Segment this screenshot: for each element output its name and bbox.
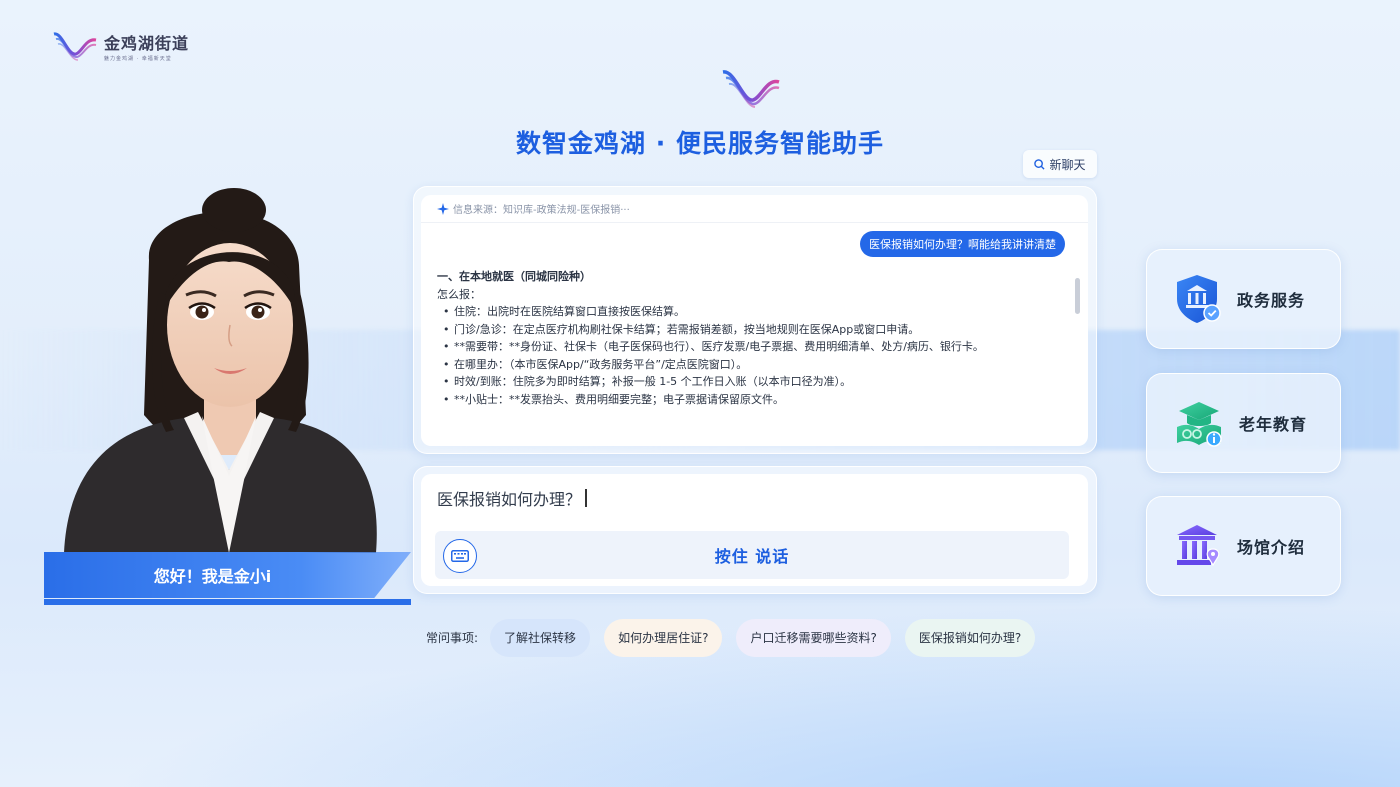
greeting-underline xyxy=(44,599,411,605)
sparkle-icon xyxy=(437,202,449,215)
wave-logo-icon xyxy=(722,70,780,108)
wave-logo-icon xyxy=(53,32,97,61)
menu-card-label: 政务服务 xyxy=(1237,291,1306,310)
menu-card-label: 老年教育 xyxy=(1239,415,1308,434)
voice-input-bar: 按住 说话 xyxy=(435,531,1069,579)
brand-slogan: 魅力金鸡湖 · 幸福新天堂 xyxy=(104,56,172,62)
new-chat-label: 新聊天 xyxy=(1049,157,1086,172)
hold-to-talk-label: 按住 说话 xyxy=(714,547,790,566)
answer-item: 在哪里办：（本市医保App/“政务服务平台”/定点医院窗口）。 xyxy=(437,356,1057,374)
user-message-text: 医保报销如何办理？啊能给我讲讲清楚 xyxy=(869,238,1056,251)
message-input[interactable]: 医保报销如何办理？ xyxy=(437,486,587,510)
page-title: 数智金鸡湖 · 便民服务智能助手 xyxy=(516,129,884,158)
source-line: 信息来源：知识库-政策法规-医保报销··· xyxy=(421,195,1088,223)
answer-item: **小贴士：**发票抬头、费用明细要完整；电子票据请保留原文件。 xyxy=(437,391,1057,409)
graduation-book-icon xyxy=(1177,402,1222,447)
message-input-value: 医保报销如何办理？ xyxy=(437,490,582,509)
hold-to-talk-button[interactable]: 按住 说话 xyxy=(435,531,1069,579)
menu-card-senior-education[interactable]: 老年教育 xyxy=(1146,373,1341,473)
answer-list: 住院：出院时在医院结算窗口直接按医保结算。 门诊/急诊：在定点医疗机构刷社保卡结… xyxy=(437,303,1057,408)
greeting-text: 您好！我是金小i xyxy=(153,567,272,586)
new-chat-button[interactable]: 新聊天 xyxy=(1023,150,1097,178)
brand-name: 金鸡湖街道 xyxy=(104,34,190,53)
faq-chip[interactable]: 医保报销如何办理? xyxy=(904,618,1036,657)
chat-scrollbar[interactable] xyxy=(1075,278,1080,314)
text-caret xyxy=(585,489,587,507)
shield-bank-icon xyxy=(1177,275,1221,323)
chat-search-icon xyxy=(1034,158,1046,170)
faq-bar: 常问事项: 了解社保转移 如何办理居住证? 户口迁移需要哪些资料? 医保报销如何… xyxy=(426,618,1036,657)
keyboard-icon xyxy=(451,550,469,562)
assistant-avatar xyxy=(44,180,412,605)
answer-heading: 一、在本地就医（同城同险种） xyxy=(437,270,591,283)
faq-chip[interactable]: 户口迁移需要哪些资料? xyxy=(736,618,891,657)
keyboard-toggle-button[interactable] xyxy=(443,539,477,573)
museum-location-icon xyxy=(1177,525,1220,567)
menu-card-label: 场馆介绍 xyxy=(1237,538,1306,557)
input-area: 医保报销如何办理？ 按住 说话 xyxy=(421,474,1088,586)
faq-label: 常问事项: xyxy=(426,631,479,645)
faq-chip[interactable]: 如何办理居住证? xyxy=(604,618,723,657)
menu-card-government-services[interactable]: 政务服务 xyxy=(1146,249,1341,349)
greeting-banner: 您好！我是金小i xyxy=(44,552,411,598)
answer-item: 时效/到账：住院多为即时结算；补报一般 1-5 个工作日入账（以本市口径为准）。 xyxy=(437,373,1057,391)
center-logo xyxy=(721,68,781,112)
background-glow xyxy=(0,587,1400,787)
brand-logo: 金鸡湖街道 魅力金鸡湖 · 幸福新天堂 xyxy=(52,30,189,62)
faq-chip[interactable]: 了解社保转移 xyxy=(490,618,591,657)
source-text: 信息来源：知识库-政策法规-医保报销··· xyxy=(453,205,630,216)
chat-content[interactable]: 信息来源：知识库-政策法规-医保报销··· 医保报销如何办理？啊能给我讲讲清楚 … xyxy=(421,195,1088,446)
answer-item: **需要带：**身份证、社保卡（电子医保码也行）、医疗发票/电子票据、费用明细清… xyxy=(437,338,1057,356)
answer-item: 住院：出院时在医院结算窗口直接按医保结算。 xyxy=(437,303,1057,321)
user-message-bubble: 医保报销如何办理？啊能给我讲讲清楚 xyxy=(860,231,1065,257)
menu-card-venue-introduction[interactable]: 场馆介绍 xyxy=(1146,496,1341,596)
answer-item: 门诊/急诊：在定点医疗机构刷社保卡结算；若需报销差额，按当地规则在医保App或窗… xyxy=(437,321,1057,339)
answer-intro: 怎么报： xyxy=(437,287,481,301)
assistant-answer: 一、在本地就医（同城同险种） 怎么报： 住院：出院时在医院结算窗口直接按医保结算… xyxy=(437,268,1057,408)
